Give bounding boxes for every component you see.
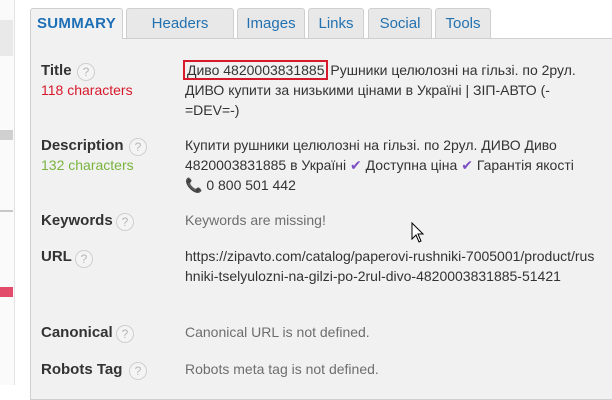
tab-links[interactable]: Links (308, 8, 364, 38)
url-label: URL (41, 248, 72, 265)
description-character-count: 132 characters (41, 157, 134, 173)
canonical-label: Canonical (41, 324, 113, 341)
url-row: URL ? https://zipavto.com/catalog/papero… (41, 246, 601, 308)
keywords-value: Keywords are missing! (185, 212, 326, 228)
tab-summary[interactable]: SUMMARY (30, 8, 123, 39)
check-icon: ✔ (461, 157, 473, 173)
canonical-value: Canonical URL is not defined. (185, 324, 370, 340)
help-icon[interactable]: ? (75, 250, 93, 268)
title-value: Диво 4820003831885 Рушники целюлозні на … (182, 60, 595, 120)
url-value[interactable]: https://zipavto.com/catalog/paperovi-rus… (185, 246, 595, 286)
check-icon: ✔ (350, 157, 362, 173)
description-label: Description (41, 137, 124, 154)
tab-tools[interactable]: Tools (435, 8, 491, 38)
description-part4: 0 800 501 442 (206, 177, 296, 193)
left-edge-block (0, 20, 13, 56)
description-row: Description ? 132 characters Купити рушн… (41, 135, 601, 197)
robots-label: Robots Tag (41, 361, 123, 378)
help-icon[interactable]: ? (129, 362, 147, 380)
left-edge-block (0, 210, 13, 212)
canonical-row: Canonical ? Canonical URL is not defined… (41, 322, 601, 346)
left-edge-block (0, 287, 13, 297)
description-value: Купити рушники целюлозні на гільзі. по 2… (185, 135, 595, 195)
description-part3: Гарантія якості (476, 157, 574, 173)
keywords-label: Keywords (41, 212, 113, 229)
robots-value: Robots meta tag is not defined. (185, 361, 379, 377)
keywords-row: Keywords ? Keywords are missing! (41, 210, 601, 234)
tab-headers[interactable]: Headers (126, 8, 234, 38)
help-icon[interactable]: ? (116, 325, 134, 343)
title-label: Title (41, 62, 72, 79)
tab-images[interactable]: Images (237, 8, 305, 38)
title-highlight: Диво 4820003831885 (182, 60, 329, 80)
help-icon[interactable]: ? (129, 138, 147, 156)
phone-icon: 📞 (185, 177, 203, 193)
left-edge-strip (0, 0, 15, 385)
title-character-count: 118 characters (41, 82, 133, 98)
title-row: Title ? 118 characters Диво 482000383188… (41, 60, 601, 130)
description-part2: Доступна ціна (365, 157, 458, 173)
tab-social[interactable]: Social (368, 8, 432, 38)
robots-row: Robots Tag ? Robots meta tag is not defi… (41, 359, 601, 383)
left-edge-block (0, 130, 13, 140)
help-icon[interactable]: ? (116, 213, 134, 231)
help-icon[interactable]: ? (77, 63, 95, 81)
text-cursor-icon (411, 222, 425, 243)
